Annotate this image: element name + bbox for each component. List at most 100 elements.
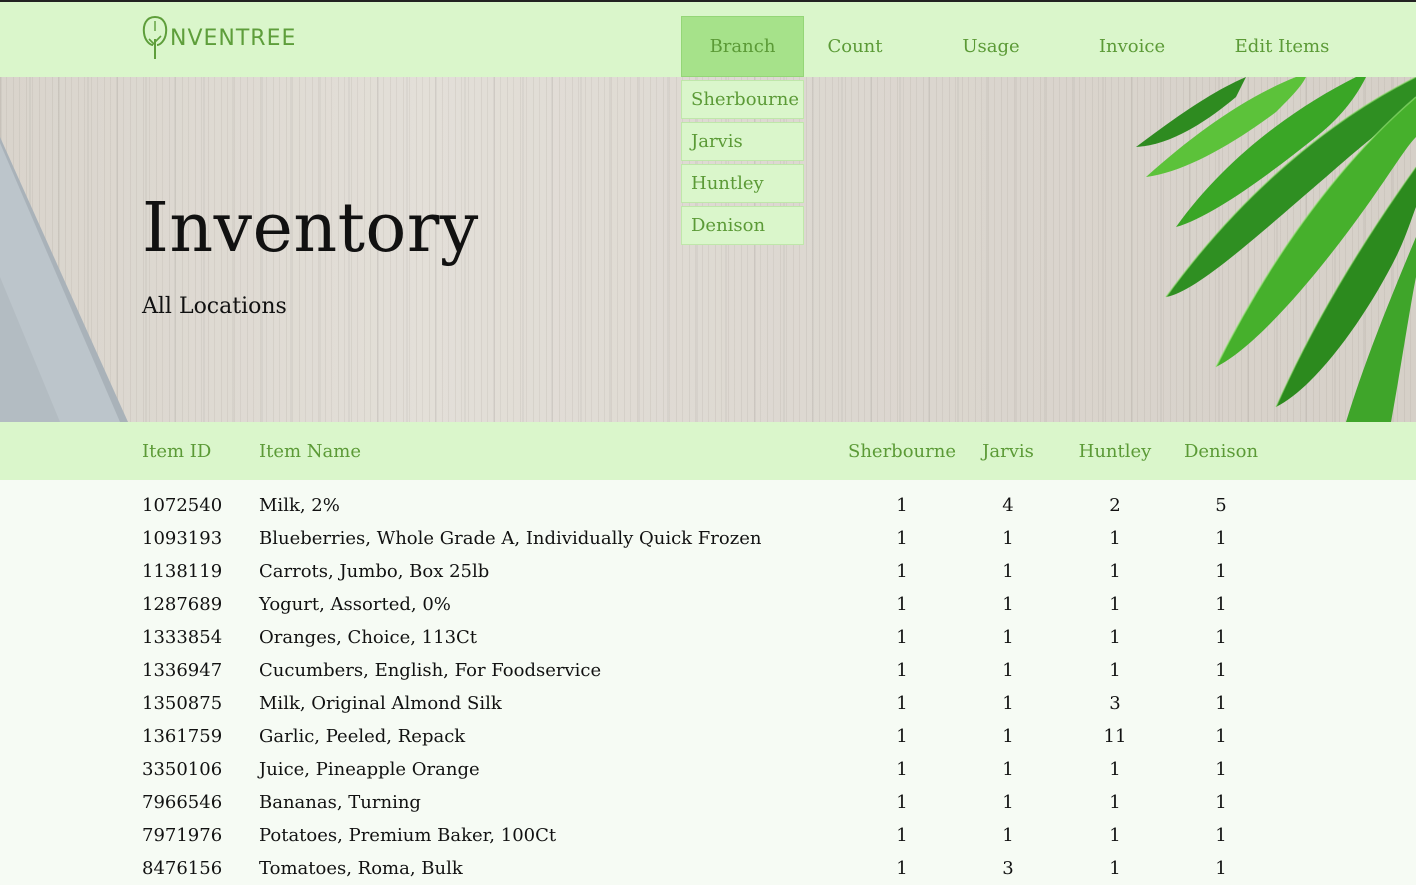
cell-item-id: 7971976: [142, 825, 223, 846]
cell-denison: 1: [1215, 759, 1227, 780]
cell-jarvis: 1: [1002, 693, 1014, 714]
table-row[interactable]: 1361759 Garlic, Peeled, Repack 1 1 11 1: [0, 720, 1416, 753]
cell-jarvis: 3: [1002, 858, 1014, 879]
tree-icon: [142, 16, 168, 59]
nav-count[interactable]: Count: [812, 16, 898, 77]
cell-sherbourne: 1: [896, 858, 908, 879]
table-row[interactable]: 3350106 Juice, Pineapple Orange 1 1 1 1: [0, 753, 1416, 786]
cell-item-id: 8476156: [142, 858, 223, 879]
cell-huntley: 1: [1109, 759, 1121, 780]
cell-item-id: 1333854: [142, 627, 223, 648]
cell-jarvis: 1: [1002, 528, 1014, 549]
table-row[interactable]: 1350875 Milk, Original Almond Silk 1 1 3 1: [0, 687, 1416, 720]
cell-item-name: Carrots, Jumbo, Box 25lb: [259, 561, 490, 582]
cell-denison: 1: [1215, 825, 1227, 846]
nav-edit-items[interactable]: Edit Items: [1222, 16, 1342, 77]
cell-item-id: 1287689: [142, 594, 223, 615]
cell-jarvis: 1: [1002, 792, 1014, 813]
cell-huntley: 2: [1109, 495, 1121, 516]
cell-item-name: Garlic, Peeled, Repack: [259, 726, 466, 747]
cell-item-id: 1350875: [142, 693, 223, 714]
cell-item-name: Blueberries, Whole Grade A, Individually…: [259, 528, 762, 549]
table-row[interactable]: 1287689 Yogurt, Assorted, 0% 1 1 1 1: [0, 588, 1416, 621]
cell-sherbourne: 1: [896, 528, 908, 549]
cell-denison: 1: [1215, 660, 1227, 681]
cell-item-id: 1072540: [142, 495, 223, 516]
cell-item-name: Oranges, Choice, 113Ct: [259, 627, 478, 648]
table-row[interactable]: 8476156 Tomatoes, Roma, Bulk 1 3 1 1: [0, 852, 1416, 885]
cell-item-id: 3350106: [142, 759, 223, 780]
column-header-jarvis[interactable]: Jarvis: [968, 422, 1048, 480]
table-row[interactable]: 7971976 Potatoes, Premium Baker, 100Ct 1 1 1…: [0, 819, 1416, 852]
cell-sherbourne: 1: [896, 792, 908, 813]
table-row[interactable]: 1093193 Blueberries, Whole Grade A, Indiv…: [0, 522, 1416, 555]
table-row[interactable]: 7966546 Bananas, Turning 1 1 1 1: [0, 786, 1416, 819]
cell-huntley: 3: [1109, 693, 1121, 714]
cell-huntley: 1: [1109, 528, 1121, 549]
cell-item-name: Tomatoes, Roma, Bulk: [259, 858, 463, 879]
cell-item-id: 7966546: [142, 792, 223, 813]
cell-item-name: Potatoes, Premium Baker, 100Ct: [259, 825, 557, 846]
cell-sherbourne: 1: [896, 660, 908, 681]
cell-jarvis: 1: [1002, 561, 1014, 582]
column-header-sherbourne[interactable]: Sherbourne: [842, 422, 962, 480]
cell-sherbourne: 1: [896, 561, 908, 582]
cell-jarvis: 4: [1002, 495, 1014, 516]
cell-denison: 5: [1215, 495, 1227, 516]
cell-huntley: 1: [1109, 825, 1121, 846]
nav-branch[interactable]: Branch: [681, 16, 804, 77]
nav-invoice-label: Invoice: [1098, 36, 1166, 57]
cell-denison: 1: [1215, 594, 1227, 615]
branch-option-denison[interactable]: Denison: [681, 206, 804, 245]
cell-sherbourne: 1: [896, 627, 908, 648]
cell-jarvis: 1: [1002, 627, 1014, 648]
cell-huntley: 11: [1103, 726, 1127, 747]
leaves-image: [1136, 77, 1416, 422]
nav-edit-items-label: Edit Items: [1234, 36, 1330, 57]
cell-sherbourne: 1: [896, 495, 908, 516]
cell-denison: 1: [1215, 693, 1227, 714]
laptop-corner-image: [0, 137, 128, 422]
cell-huntley: 1: [1109, 792, 1121, 813]
brand-logo[interactable]: NVENTREE: [142, 14, 296, 62]
branch-option-jarvis[interactable]: Jarvis: [681, 122, 804, 161]
table-row[interactable]: 1138119 Carrots, Jumbo, Box 25lb 1 1 1 1: [0, 555, 1416, 588]
top-navbar: NVENTREE Branch Count Usage Invoice Edit…: [0, 2, 1416, 77]
nav-usage-label: Usage: [962, 36, 1020, 57]
column-header-huntley[interactable]: Huntley: [1065, 422, 1165, 480]
table-row[interactable]: 1333854 Oranges, Choice, 113Ct 1 1 1 1: [0, 621, 1416, 654]
cell-sherbourne: 1: [896, 759, 908, 780]
cell-item-name: Cucumbers, English, For Foodservice: [259, 660, 602, 681]
cell-item-id: 1361759: [142, 726, 223, 747]
cell-sherbourne: 1: [896, 825, 908, 846]
nav-branch-label: Branch: [709, 36, 776, 57]
cell-item-id: 1336947: [142, 660, 223, 681]
column-header-item-name[interactable]: Item Name: [259, 422, 361, 480]
nav-count-label: Count: [827, 36, 883, 57]
cell-sherbourne: 1: [896, 693, 908, 714]
branch-option-sherbourne[interactable]: Sherbourne: [681, 80, 804, 119]
cell-jarvis: 1: [1002, 759, 1014, 780]
nav-invoice[interactable]: Invoice: [1082, 16, 1182, 77]
cell-jarvis: 1: [1002, 660, 1014, 681]
cell-denison: 1: [1215, 627, 1227, 648]
cell-sherbourne: 1: [896, 594, 908, 615]
cell-sherbourne: 1: [896, 726, 908, 747]
branch-option-huntley[interactable]: Huntley: [681, 164, 804, 203]
column-header-denison[interactable]: Denison: [1171, 422, 1271, 480]
cell-item-name: Yogurt, Assorted, 0%: [259, 594, 451, 615]
cell-huntley: 1: [1109, 594, 1121, 615]
column-header-item-id[interactable]: Item ID: [142, 422, 211, 480]
nav-usage[interactable]: Usage: [948, 16, 1034, 77]
cell-huntley: 1: [1109, 627, 1121, 648]
cell-item-name: Milk, Original Almond Silk: [259, 693, 502, 714]
cell-denison: 1: [1215, 858, 1227, 879]
branch-dropdown: Sherbourne Jarvis Huntley Denison: [681, 80, 804, 248]
cell-jarvis: 1: [1002, 594, 1014, 615]
cell-huntley: 1: [1109, 858, 1121, 879]
table-row[interactable]: 1072540 Milk, 2% 1 4 2 5: [0, 489, 1416, 522]
inventory-table-header: Item ID Item Name Sherbourne Jarvis Hunt…: [0, 422, 1416, 480]
table-row[interactable]: 1336947 Cucumbers, English, For Foodservi…: [0, 654, 1416, 687]
cell-denison: 1: [1215, 792, 1227, 813]
page-title: Inventory: [142, 189, 479, 268]
